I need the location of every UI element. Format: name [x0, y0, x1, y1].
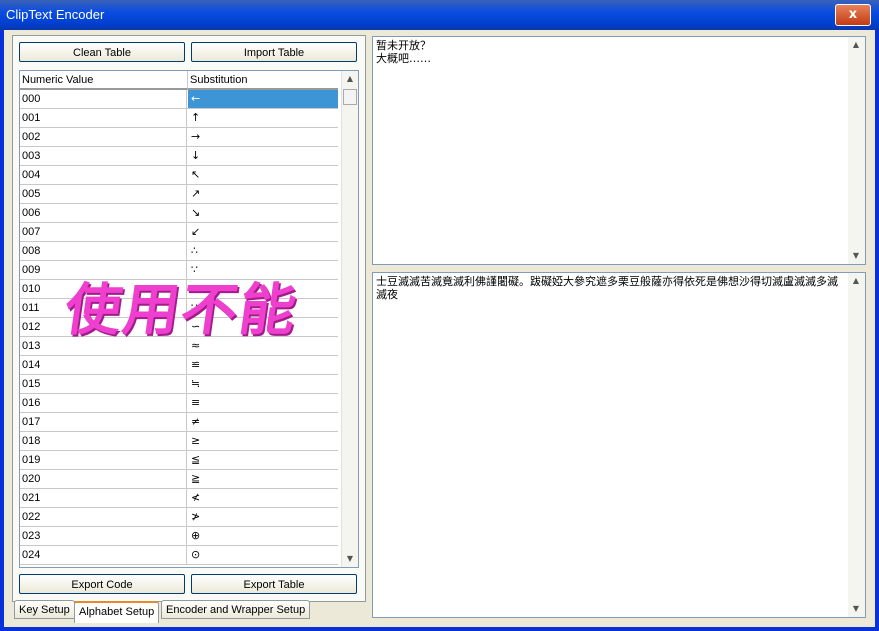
substitution-cell[interactable]: ⊙ [188, 546, 338, 564]
table-row[interactable]: 001 ↑ [20, 109, 338, 128]
substitution-cell[interactable]: ≮ [188, 489, 338, 507]
substitution-cell[interactable]: ≡ [188, 394, 338, 412]
substitution-cell[interactable]: ↑ [188, 109, 338, 127]
numeric-value-cell[interactable]: 023 [20, 527, 187, 545]
numeric-value-cell[interactable]: 002 [20, 128, 187, 146]
window-border-left [0, 30, 4, 631]
export-table-button[interactable]: Export Table [191, 574, 357, 594]
substitution-cell[interactable]: ⊕ [188, 527, 338, 545]
scroll-down-icon[interactable]: ▼ [848, 601, 864, 617]
substitution-cell[interactable]: ≦ [188, 451, 338, 469]
substitution-cell[interactable]: ≥ [188, 432, 338, 450]
table-row[interactable]: 000 ← [20, 90, 338, 109]
numeric-value-cell[interactable]: 022 [20, 508, 187, 526]
tab-alphabet-setup[interactable]: Alphabet Setup [74, 601, 160, 623]
substitution-cell[interactable]: ↖ [188, 166, 338, 184]
table-row[interactable]: 021 ≮ [20, 489, 338, 508]
numeric-value-cell[interactable]: 017 [20, 413, 187, 431]
substitution-cell[interactable]: ≠ [188, 413, 338, 431]
scroll-thumb[interactable] [343, 89, 357, 105]
scroll-up-icon[interactable]: ▲ [848, 37, 864, 53]
numeric-value-cell[interactable]: 004 [20, 166, 187, 184]
table-row[interactable]: 022 ≯ [20, 508, 338, 527]
numeric-value-cell[interactable]: 018 [20, 432, 187, 450]
window-border-right [875, 30, 879, 631]
close-button[interactable]: x [835, 4, 871, 26]
substitution-cell[interactable]: ≧ [188, 470, 338, 488]
tab-key-setup[interactable]: Key Setup [14, 600, 75, 619]
numeric-value-cell[interactable]: 003 [20, 147, 187, 165]
input-text: 暂未开放？ 大概吧…… [376, 39, 431, 65]
tab-encoder-wrapper-setup[interactable]: Encoder and Wrapper Setup [161, 600, 311, 619]
input-textbox[interactable]: 暂未开放？ 大概吧…… ▲ ▼ [372, 36, 866, 265]
table-row[interactable]: 015 ≒ [20, 375, 338, 394]
table-row[interactable]: 019 ≦ [20, 451, 338, 470]
table-row[interactable]: 024 ⊙ [20, 546, 338, 565]
table-row[interactable]: 020 ≧ [20, 470, 338, 489]
substitution-cell[interactable]: → [188, 128, 338, 146]
table-row[interactable]: 007 ↙ [20, 223, 338, 242]
numeric-value-cell[interactable]: 024 [20, 546, 187, 564]
substitution-cell[interactable]: ← [188, 90, 338, 108]
table-row[interactable]: 023 ⊕ [20, 527, 338, 546]
scroll-up-icon[interactable]: ▲ [848, 273, 864, 289]
title-bar[interactable]: ClipText Encoder x [0, 0, 879, 30]
table-row[interactable]: 002 → [20, 128, 338, 147]
output-textbox[interactable]: 士豆滅滅苦滅竟滅利佛謹闍礙。跋礙婭大參究遮多栗豆般薩亦得依死是佛想沙得切滅盧滅滅… [372, 272, 866, 618]
substitution-cell[interactable]: ≯ [188, 508, 338, 526]
column-header-numeric[interactable]: Numeric Value [20, 71, 188, 90]
table-row[interactable]: 004 ↖ [20, 166, 338, 185]
substitution-cell[interactable]: ↓ [188, 147, 338, 165]
substitution-cell[interactable]: ≌ [188, 356, 338, 374]
scroll-up-icon[interactable]: ▲ [342, 71, 358, 87]
numeric-value-cell[interactable]: 016 [20, 394, 187, 412]
numeric-value-cell[interactable]: 021 [20, 489, 187, 507]
numeric-value-cell[interactable]: 005 [20, 185, 187, 203]
table-row[interactable]: 014 ≌ [20, 356, 338, 375]
app-window: ClipText Encoder x Clean Table Import Ta… [0, 0, 879, 631]
column-header-substitution[interactable]: Substitution [188, 71, 338, 90]
input-scrollbar[interactable]: ▲ ▼ [848, 37, 865, 264]
numeric-value-cell[interactable]: 006 [20, 204, 187, 222]
table-row[interactable]: 017 ≠ [20, 413, 338, 432]
substitution-cell[interactable]: ∴ [188, 242, 338, 260]
output-text: 士豆滅滅苦滅竟滅利佛謹闍礙。跋礙婭大參究遮多栗豆般薩亦得依死是佛想沙得切滅盧滅滅… [376, 275, 838, 301]
numeric-value-cell[interactable]: 020 [20, 470, 187, 488]
export-code-button[interactable]: Export Code [19, 574, 185, 594]
numeric-value-cell[interactable]: 008 [20, 242, 187, 260]
numeric-value-cell[interactable]: 001 [20, 109, 187, 127]
table-row[interactable]: 005 ↗ [20, 185, 338, 204]
substitution-cell[interactable]: ↗ [188, 185, 338, 203]
table-row[interactable]: 003 ↓ [20, 147, 338, 166]
scroll-down-icon[interactable]: ▼ [342, 551, 358, 567]
substitution-cell[interactable]: ↘ [188, 204, 338, 222]
numeric-value-cell[interactable]: 000 [20, 90, 187, 108]
table-row[interactable]: 008 ∴ [20, 242, 338, 261]
clean-table-button[interactable]: Clean Table [19, 42, 185, 62]
import-table-button[interactable]: Import Table [191, 42, 357, 62]
window-border-bottom [0, 627, 879, 631]
table-row[interactable]: 018 ≥ [20, 432, 338, 451]
numeric-value-cell[interactable]: 015 [20, 375, 187, 393]
substitution-cell[interactable]: ↙ [188, 223, 338, 241]
output-scrollbar[interactable]: ▲ ▼ [848, 273, 865, 617]
numeric-value-cell[interactable]: 019 [20, 451, 187, 469]
substitution-cell[interactable]: ≒ [188, 375, 338, 393]
disabled-watermark: 使用不能 [60, 277, 303, 343]
table-row[interactable]: 006 ↘ [20, 204, 338, 223]
numeric-value-cell[interactable]: 014 [20, 356, 187, 374]
window-title: ClipText Encoder [6, 7, 105, 22]
scroll-down-icon[interactable]: ▼ [848, 248, 864, 264]
table-row[interactable]: 016 ≡ [20, 394, 338, 413]
numeric-value-cell[interactable]: 007 [20, 223, 187, 241]
grid-scrollbar[interactable]: ▲ ▼ [341, 71, 358, 567]
